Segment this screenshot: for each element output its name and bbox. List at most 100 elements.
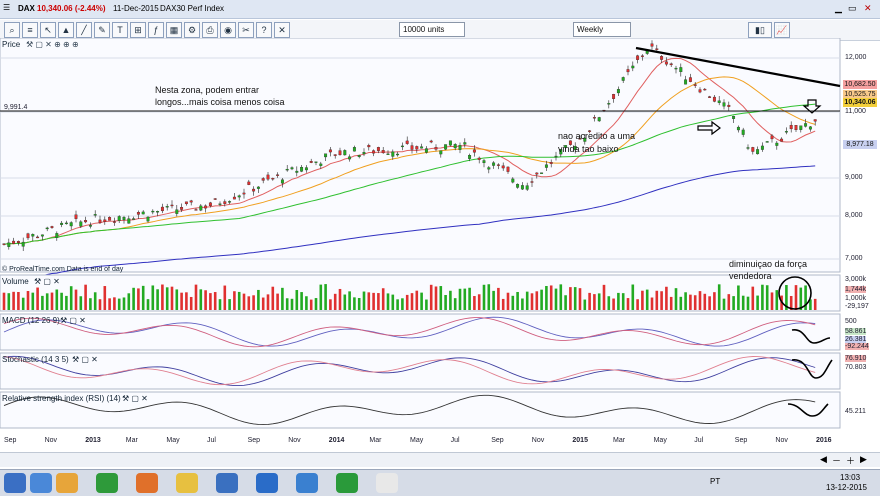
volume-bar (223, 285, 227, 310)
stochastic-panel-controls[interactable]: ⚒ ▢ ✕ (72, 355, 98, 364)
volume-bar (285, 298, 289, 310)
x-axis-label: Mar (125, 437, 138, 444)
price-tick: 11,000 (845, 108, 866, 115)
volume-bar (26, 291, 30, 310)
fib-tool-icon[interactable]: ⊞ (130, 22, 146, 38)
chart-area[interactable] (0, 38, 880, 436)
last-price-box: 10,340.06 (843, 98, 877, 107)
price-tick: 8,000 (845, 212, 863, 219)
volume-panel-controls[interactable]: ⚒ ▢ ✕ (34, 277, 60, 286)
volume-bar (213, 292, 217, 310)
scroll-right-icon[interactable]: ▶ (860, 454, 867, 465)
x-axis-label: 2016 (816, 437, 832, 444)
paint-icon[interactable] (376, 473, 398, 493)
belief-note-line2: vinda tao baixo (558, 144, 619, 154)
firefox-icon[interactable] (136, 473, 158, 493)
list-icon[interactable]: ≡ (22, 22, 38, 38)
minimize-icon[interactable]: ▁ (835, 3, 842, 14)
template-icon[interactable]: ▦ (166, 22, 182, 38)
draw-tool-icon[interactable]: ✎ (94, 22, 110, 38)
x-axis-label: Sep (734, 437, 748, 444)
volume-bar (732, 296, 735, 310)
x-axis-label: 2014 (328, 437, 345, 444)
candle (540, 172, 544, 174)
x-axis-label: Nov (288, 437, 301, 444)
volume-bar (36, 287, 39, 310)
volume-bar (276, 293, 279, 310)
files-icon[interactable] (176, 473, 198, 493)
print-icon[interactable]: ⎙ (202, 22, 218, 38)
period-select[interactable]: Weekly (573, 22, 631, 37)
help-icon[interactable]: ? (256, 22, 272, 38)
volume-bar (468, 287, 471, 310)
chart-type-icon[interactable]: 📈 (774, 22, 790, 38)
close-icon[interactable]: ✕ (864, 3, 872, 14)
zoom-icon[interactable]: ⌕ (4, 22, 20, 38)
indicator-icon[interactable]: ƒ (148, 22, 164, 38)
x-axis-label: Nov (531, 437, 545, 444)
volume-bar (89, 298, 92, 310)
instrument-label: DAX30 Perf Index (160, 4, 225, 13)
price-panel-controls[interactable]: ⚒ ▢ ✕ ⊕ ⊕ ⊕ (26, 40, 79, 49)
line-tool-icon[interactable]: ╱ (76, 22, 92, 38)
menu-icon[interactable]: ☰ (3, 3, 10, 12)
language-indicator[interactable]: PT (710, 477, 720, 486)
prorealtime-icon[interactable] (336, 473, 358, 493)
folder-icon[interactable] (56, 473, 78, 493)
ie-icon[interactable] (30, 473, 52, 493)
alert-icon[interactable]: ▲ (58, 22, 74, 38)
title-bar: ☰ DAX 10,340.06 (-2.44%) 11-Dec-2015 DAX… (0, 0, 880, 19)
macd-panel-controls[interactable]: ⚒ ▢ ✕ (60, 316, 86, 325)
volume-bar (103, 286, 107, 310)
text-tool-icon[interactable]: T (112, 22, 128, 38)
tools-icon[interactable]: ✂ (238, 22, 254, 38)
volume-bar (708, 296, 711, 310)
camera-icon[interactable]: ◉ (220, 22, 236, 38)
start-button[interactable] (4, 473, 26, 493)
settings-icon[interactable]: ⚙ (184, 22, 200, 38)
chart-scrollbar[interactable]: ◀ － ＋ ▶ (0, 452, 880, 467)
volume-bar (521, 298, 524, 310)
volume-bar (348, 291, 351, 310)
stochastic-value: 76.910 (845, 355, 867, 362)
pointer-icon[interactable]: ↖ (40, 22, 56, 38)
chrome-icon[interactable] (96, 473, 118, 493)
volume-bar (386, 293, 390, 310)
volume-bar (449, 290, 452, 310)
rsi-panel-controls[interactable]: ⚒ ▢ ✕ (122, 394, 148, 403)
scroll-left-icon[interactable]: ◀ (820, 454, 827, 465)
volume-bar (377, 293, 380, 310)
volume-bar (689, 294, 692, 310)
volume-bar (261, 297, 265, 310)
volume-bar (612, 298, 615, 310)
candles-icon[interactable]: ▮▯ (748, 22, 772, 38)
force-note-line1: diminuiçao da força (729, 259, 808, 269)
app-icon[interactable] (216, 473, 238, 493)
volume-bar (564, 295, 567, 310)
volume-bar (626, 298, 630, 310)
app2-icon[interactable] (296, 473, 318, 493)
volume-bar (309, 299, 313, 310)
volume-bar (79, 296, 83, 310)
volume-bar (319, 284, 323, 310)
zoom-out-icon[interactable]: － (832, 454, 841, 467)
volume-bar (679, 296, 683, 310)
zoom-in-icon[interactable]: ＋ (846, 454, 855, 467)
maximize-icon[interactable]: ▭ (848, 3, 857, 14)
macd-panel-label: MACD (12 26 9) (2, 316, 60, 325)
volume-bar (74, 289, 78, 310)
taskbar: PT 13:03 13-12-2015 (0, 469, 880, 496)
volume-bar (794, 285, 798, 310)
volume-bar (401, 298, 404, 310)
cross-icon[interactable]: ✕ (274, 22, 290, 38)
volume-bar (41, 295, 44, 310)
volume-bar (425, 299, 428, 310)
units-select[interactable]: 10000 units (399, 22, 465, 37)
volume-bar (141, 285, 145, 310)
skype-icon[interactable] (256, 473, 278, 493)
volume-bar (180, 292, 183, 310)
candle (597, 116, 601, 122)
volume-bar (381, 288, 385, 310)
volume-bar (295, 290, 299, 310)
volume-bar (2, 292, 6, 310)
